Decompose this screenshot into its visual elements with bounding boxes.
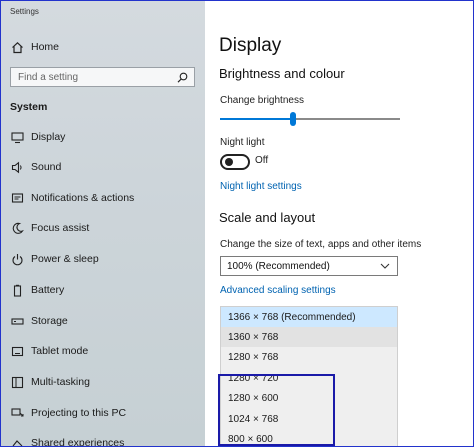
scale-heading: Scale and layout [219, 210, 316, 225]
search-placeholder: Find a setting [18, 71, 79, 83]
sidebar-item-projecting[interactable]: Projecting to this PC [1, 402, 205, 424]
resolution-option[interactable]: 1280 × 720 [221, 368, 397, 388]
size-label: Change the size of text, apps and other … [220, 239, 422, 250]
monitor-icon [10, 130, 24, 144]
scale-dropdown[interactable]: 100% (Recommended) [220, 256, 398, 276]
sidebar-item-label: Projecting to this PC [31, 407, 127, 419]
resolution-option[interactable]: 800 × 600 [221, 429, 397, 446]
night-light-toggle[interactable] [220, 154, 250, 170]
resolution-option[interactable]: 1280 × 768 [221, 347, 397, 367]
sidebar-item-label: Display [31, 131, 66, 143]
slider-filled-track [220, 118, 290, 120]
resolution-option[interactable]: 1024 × 768 [221, 409, 397, 429]
tablet-icon [10, 344, 24, 358]
sidebar-item-notifications[interactable]: Notifications & actions [1, 187, 205, 209]
chevron-down-icon [380, 263, 390, 269]
sidebar-item-sound[interactable]: Sound [1, 156, 205, 178]
page-title: Display [219, 35, 282, 56]
sidebar-item-label: Notifications & actions [31, 192, 135, 204]
storage-icon [10, 314, 24, 328]
slider-thumb[interactable] [290, 112, 296, 126]
sidebar: Settings Home Find a setting System Disp… [1, 1, 205, 447]
sidebar-item-focus-assist[interactable]: Focus assist [1, 217, 205, 239]
sidebar-item-label: Focus assist [31, 222, 90, 234]
sidebar-item-power-sleep[interactable]: Power & sleep [1, 248, 205, 270]
scale-dropdown-value: 100% (Recommended) [227, 260, 330, 272]
sidebar-item-battery[interactable]: Battery [1, 279, 205, 301]
moon-icon [10, 221, 24, 235]
notification-icon [10, 191, 24, 205]
night-light-label: Night light [220, 137, 265, 148]
brightness-heading: Brightness and colour [219, 66, 345, 81]
sidebar-item-shared-experiences[interactable]: Shared experiences [1, 432, 205, 447]
search-icon [177, 72, 188, 83]
search-input[interactable]: Find a setting [10, 67, 195, 87]
speaker-icon [10, 160, 24, 174]
sidebar-item-display[interactable]: Display [1, 126, 205, 148]
sidebar-item-label: Shared experiences [31, 437, 125, 447]
slider-empty-track [296, 118, 400, 120]
sidebar-item-label: Sound [31, 161, 62, 173]
sidebar-item-label: Multi-tasking [31, 376, 90, 388]
power-icon [10, 252, 24, 266]
sidebar-item-home[interactable]: Home [1, 36, 205, 58]
sidebar-item-label: Power & sleep [31, 253, 99, 265]
sidebar-item-tablet-mode[interactable]: Tablet mode [1, 340, 205, 362]
home-icon [10, 40, 24, 54]
sidebar-item-storage[interactable]: Storage [1, 310, 205, 332]
resolution-option[interactable]: 1280 × 600 [221, 388, 397, 408]
brightness-slider[interactable] [220, 112, 400, 126]
sidebar-item-label: Tablet mode [31, 345, 89, 357]
sidebar-item-label: Storage [31, 315, 68, 327]
project-icon [10, 406, 24, 420]
toggle-knob [225, 158, 233, 166]
resolution-option[interactable]: 1360 × 768 [221, 327, 397, 347]
brightness-label: Change brightness [220, 95, 304, 106]
resolution-dropdown-list[interactable]: 1366 × 768 (Recommended) 1360 × 768 1280… [220, 306, 398, 447]
multitask-icon [10, 375, 24, 389]
battery-icon [10, 283, 24, 297]
sidebar-item-label: Battery [31, 284, 65, 296]
resolution-option[interactable]: 1366 × 768 (Recommended) [221, 307, 397, 327]
main-content: Display Brightness and colour Change bri… [205, 0, 474, 447]
night-light-settings-link[interactable]: Night light settings [220, 181, 302, 192]
window-title: Settings [10, 7, 39, 16]
advanced-scaling-link[interactable]: Advanced scaling settings [220, 285, 336, 296]
sidebar-section-title: System [10, 101, 48, 113]
sidebar-item-multitasking[interactable]: Multi-tasking [1, 371, 205, 393]
night-light-state: Off [255, 155, 269, 166]
sidebar-item-label: Home [31, 41, 60, 53]
shared-icon [10, 436, 24, 447]
